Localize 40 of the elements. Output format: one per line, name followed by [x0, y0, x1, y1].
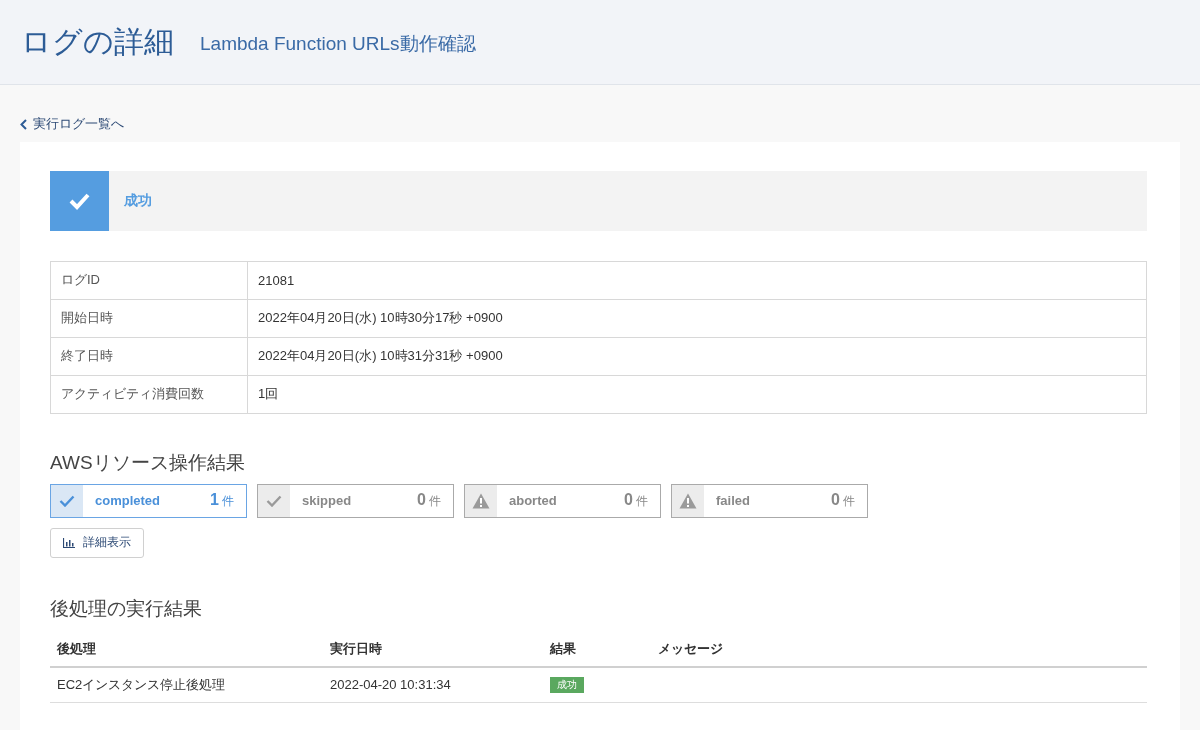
- bar-chart-icon: [63, 537, 75, 548]
- status-counter[interactable]: failed 0 件: [671, 483, 868, 518]
- checkmark-icon: [266, 494, 282, 507]
- table-cell: アクティビティ消費回数: [50, 375, 248, 413]
- table-cell: 2022-04-20 10:31:34: [323, 666, 543, 702]
- page-title: ログの詳細: [21, 23, 174, 60]
- counter-label: skipped: [302, 493, 353, 508]
- table-cell: 21081: [247, 261, 1147, 299]
- warning-icon: [472, 492, 490, 509]
- column-header: 実行日時: [323, 631, 543, 667]
- table-cell: 終了日時: [50, 337, 248, 375]
- counter-label: failed: [716, 493, 751, 508]
- checkmark-icon: [59, 494, 75, 507]
- column-header: メッセージ: [651, 631, 1147, 667]
- counter-label: aborted: [509, 493, 558, 508]
- section-heading: AWSリソース操作結果: [50, 450, 246, 475]
- table-cell: 2022年04月20日(水) 10時30分17秒 +0900: [247, 299, 1147, 337]
- status-counter[interactable]: skipped 0 件: [257, 483, 454, 518]
- table-cell: 開始日時: [50, 299, 248, 337]
- back-link[interactable]: 実行ログ一覧へ: [20, 115, 124, 133]
- page-subtitle: Lambda Function URLs動作確認: [200, 32, 476, 56]
- details-button[interactable]: 詳細表示: [50, 527, 144, 558]
- table-cell: 2022年04月20日(水) 10時31分31秒 +0900: [247, 337, 1147, 375]
- counter-value: 0 件: [624, 491, 648, 510]
- counter-label: completed: [95, 493, 161, 508]
- column-header: 結果: [543, 631, 651, 667]
- warning-icon: [679, 492, 697, 509]
- table-cell: 1回: [247, 375, 1147, 413]
- chevron-left-icon: [20, 118, 27, 130]
- status-counter[interactable]: aborted 0 件: [464, 483, 661, 518]
- counter-value: 0 件: [831, 491, 855, 510]
- status-badge: 成功: [550, 677, 584, 693]
- table-cell: ログID: [50, 261, 248, 299]
- counter-value: 0 件: [417, 491, 441, 510]
- counter-value: 1 件: [210, 491, 234, 510]
- table-cell: EC2インスタンス停止後処理: [50, 666, 323, 702]
- status-counter[interactable]: completed 1 件: [50, 483, 247, 518]
- status-label: 成功: [124, 191, 152, 210]
- column-header: 後処理: [50, 631, 323, 667]
- section-heading: 後処理の実行結果: [50, 596, 203, 621]
